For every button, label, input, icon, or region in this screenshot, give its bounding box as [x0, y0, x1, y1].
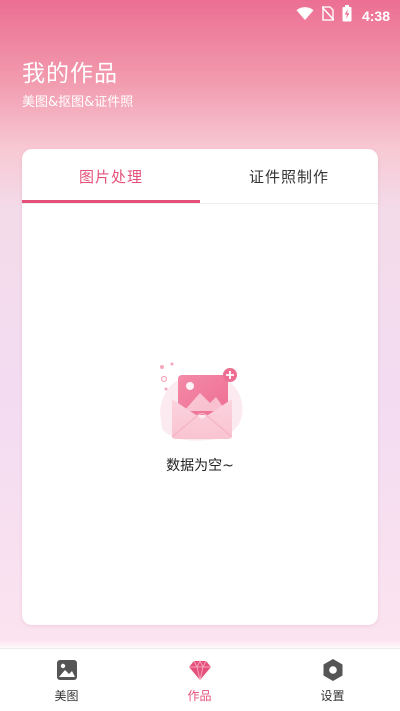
nav-item-beautify[interactable]: 美图	[0, 649, 133, 711]
nav-item-works[interactable]: 作品	[133, 649, 266, 711]
status-icons: 4:38	[296, 5, 390, 26]
tab-image-processing[interactable]: 图片处理	[22, 149, 200, 203]
empty-envelope-illustration	[154, 359, 246, 443]
tab-bar: 图片处理 证件照制作	[22, 149, 378, 204]
status-bar: 4:38	[0, 0, 400, 28]
settings-hexagon-icon	[321, 658, 345, 682]
page-subtitle: 美图&抠图&证件照	[22, 95, 134, 110]
battery-charging-icon	[342, 5, 352, 26]
tab-indicator	[22, 200, 200, 203]
nav-item-settings[interactable]: 设置	[266, 649, 399, 711]
empty-state-text: 数据为空~	[166, 458, 234, 474]
nav-label-works: 作品	[187, 689, 212, 703]
nav-label-settings: 设置	[320, 689, 345, 703]
nav-label-beautify: 美图	[54, 689, 79, 703]
page-title: 我的作品	[22, 61, 118, 87]
bottom-nav: 美图 作品 设置	[0, 648, 400, 711]
no-sim-icon	[321, 6, 335, 25]
wifi-icon	[296, 6, 314, 25]
status-time: 4:38	[361, 7, 390, 24]
gem-icon	[188, 658, 212, 682]
tab-id-photo[interactable]: 证件照制作	[200, 149, 378, 203]
works-card: 图片处理 证件照制作 数据为空~	[22, 149, 378, 625]
image-icon	[55, 658, 79, 682]
